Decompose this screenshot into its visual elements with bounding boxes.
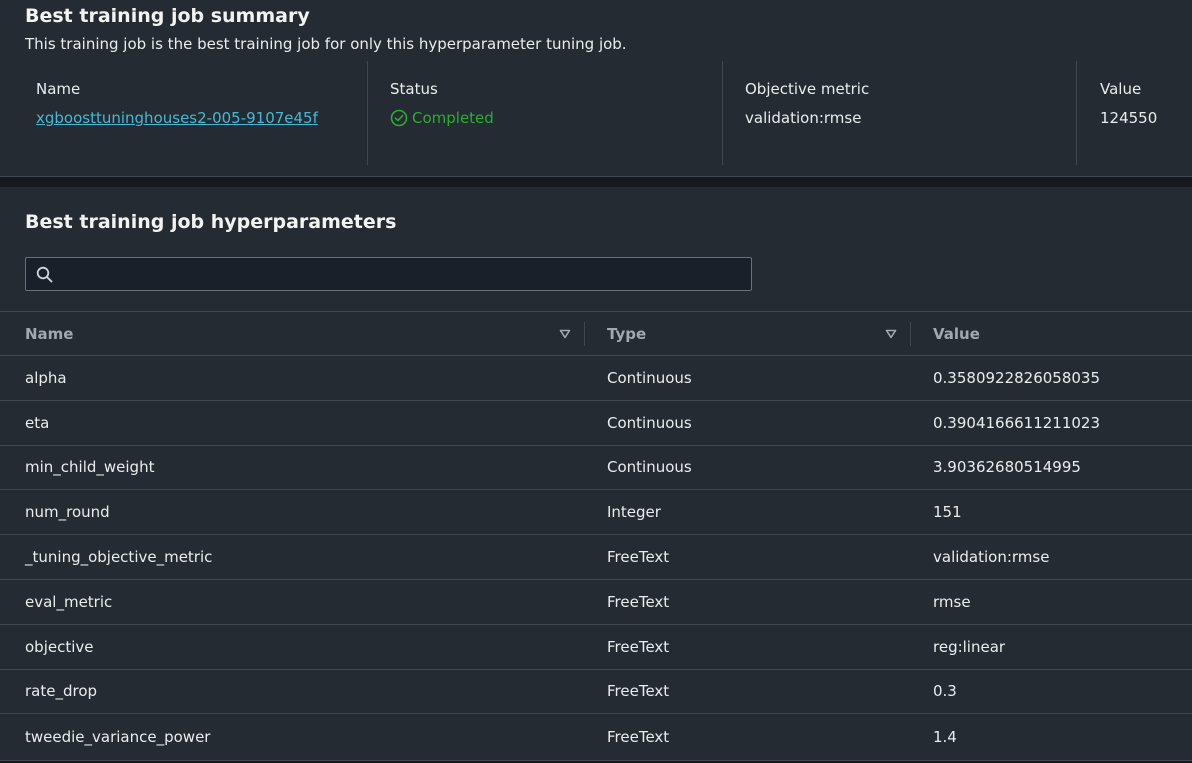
search-input[interactable] bbox=[60, 258, 744, 292]
cell-type: FreeText bbox=[607, 637, 670, 656]
hyperparameters-title: Best training job hyperparameters bbox=[25, 211, 397, 233]
value-label: Value bbox=[1100, 80, 1142, 98]
cell-name: rate_drop bbox=[25, 682, 98, 701]
cell-type: Integer bbox=[607, 503, 661, 522]
sort-icon[interactable] bbox=[885, 329, 897, 339]
cell-value: rmse bbox=[933, 592, 971, 611]
column-header-value[interactable]: Value bbox=[911, 312, 1192, 356]
table-row: objective FreeText reg:linear bbox=[0, 624, 1192, 670]
cell-value: 1.4 bbox=[933, 727, 957, 746]
cell-value: 0.3 bbox=[933, 682, 957, 701]
value-column: Value 124550 bbox=[1076, 61, 1192, 165]
cell-name: tweedie_variance_power bbox=[25, 727, 211, 746]
column-header-type[interactable]: Type bbox=[585, 312, 911, 356]
column-header-name-label: Name bbox=[25, 324, 74, 343]
best-training-job-hyperparameters-panel: Best training job hyperparameters Name T… bbox=[0, 187, 1192, 761]
cell-type: Continuous bbox=[607, 413, 692, 432]
cell-value: validation:rmse bbox=[933, 548, 1050, 567]
table-row: tweedie_variance_power FreeText 1.4 bbox=[0, 714, 1192, 759]
table-header-row: Name Type Value bbox=[0, 311, 1192, 356]
status-text: Completed bbox=[412, 109, 494, 127]
cell-type: FreeText bbox=[607, 592, 670, 611]
status-column: Status Completed bbox=[367, 61, 722, 165]
table-row: num_round Integer 151 bbox=[0, 490, 1192, 535]
cell-name: _tuning_objective_metric bbox=[25, 548, 213, 567]
objective-metric-value: validation:rmse bbox=[745, 109, 862, 127]
column-header-type-label: Type bbox=[607, 324, 647, 343]
cell-type: FreeText bbox=[607, 682, 670, 701]
value-value: 124550 bbox=[1100, 109, 1158, 127]
summary-title: Best training job summary bbox=[25, 5, 310, 27]
name-column: Name xgboosttuninghouses2-005-9107e45f bbox=[0, 61, 367, 165]
cell-value: 0.3580922826058035 bbox=[933, 368, 1101, 387]
table-row: _tuning_objective_metric FreeText valida… bbox=[0, 535, 1192, 580]
cell-value: reg:linear bbox=[933, 637, 1006, 656]
cell-name: eval_metric bbox=[25, 592, 113, 611]
check-circle-icon bbox=[390, 109, 408, 127]
cell-name: min_child_weight bbox=[25, 458, 155, 477]
cell-name: num_round bbox=[25, 503, 110, 522]
objective-metric-column: Objective metric validation:rmse bbox=[722, 61, 1077, 165]
hyperparameters-table: Name Type Value alpha Continuous 0.35809… bbox=[0, 311, 1192, 759]
objective-metric-label: Objective metric bbox=[745, 80, 870, 98]
table-row: eval_metric FreeText rmse bbox=[0, 579, 1192, 625]
cell-name: objective bbox=[25, 637, 94, 656]
search-box bbox=[25, 257, 752, 292]
table-row: rate_drop FreeText 0.3 bbox=[0, 669, 1192, 714]
cell-type: FreeText bbox=[607, 727, 670, 746]
cell-name: alpha bbox=[25, 368, 67, 387]
table-row: alpha Continuous 0.3580922826058035 bbox=[0, 356, 1192, 401]
cell-name: eta bbox=[25, 413, 50, 432]
column-header-name[interactable]: Name bbox=[0, 312, 585, 356]
cell-type: FreeText bbox=[607, 548, 670, 567]
column-header-value-label: Value bbox=[933, 324, 980, 343]
summary-description: This training job is the best training j… bbox=[25, 35, 627, 53]
cell-type: Continuous bbox=[607, 368, 692, 387]
training-job-link[interactable]: xgboosttuninghouses2-005-9107e45f bbox=[36, 109, 318, 127]
status-label: Status bbox=[390, 80, 438, 98]
status-value: Completed bbox=[390, 109, 494, 127]
cell-type: Continuous bbox=[607, 458, 692, 477]
cell-value: 151 bbox=[933, 503, 962, 522]
table-row: min_child_weight Continuous 3.9036268051… bbox=[0, 445, 1192, 490]
sort-icon[interactable] bbox=[559, 329, 571, 339]
name-label: Name bbox=[36, 80, 81, 98]
best-training-job-summary-panel: Best training job summary This training … bbox=[0, 0, 1192, 177]
cell-value: 0.3904166611211023 bbox=[933, 413, 1101, 432]
table-row: eta Continuous 0.3904166611211023 bbox=[0, 400, 1192, 446]
cell-value: 3.90362680514995 bbox=[933, 458, 1081, 477]
